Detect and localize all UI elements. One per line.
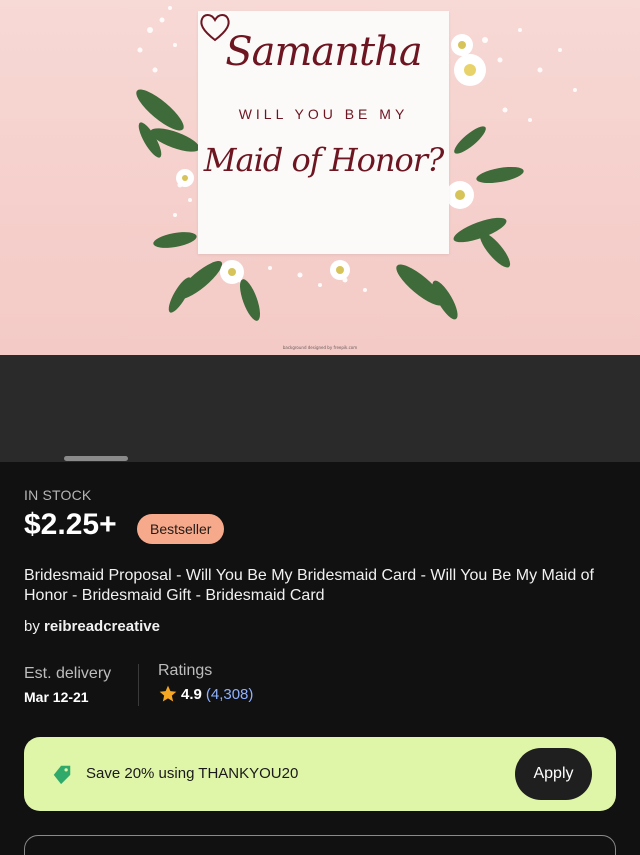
seller-name[interactable]: reibreadcreative: [44, 618, 160, 635]
image-backdrop: [0, 355, 640, 462]
star-icon: [159, 685, 177, 702]
rating-count[interactable]: (4,308): [206, 686, 254, 703]
variation-select[interactable]: [24, 835, 616, 855]
card-name: Samantha: [225, 29, 422, 75]
image-credit: background designed by freepik.com: [282, 345, 358, 350]
product-image[interactable]: Samantha WILL YOU BE MY Maid of Honor? b…: [0, 0, 640, 355]
ratings-summary[interactable]: 4.9 (4,308): [158, 684, 253, 704]
ratings-label: Ratings: [158, 662, 213, 679]
bestseller-badge: Bestseller: [137, 514, 225, 544]
carousel-indicator[interactable]: [64, 456, 128, 461]
rating-value: 4.9: [181, 685, 202, 703]
card-line: WILL YOU BE MY: [238, 106, 409, 122]
seller-prefix: by: [24, 618, 40, 635]
seller-link[interactable]: by reibreadcreative: [24, 618, 160, 635]
divider: [138, 664, 139, 706]
stock-status: IN STOCK: [24, 487, 92, 503]
tag-icon: [53, 765, 71, 785]
apply-button[interactable]: Apply: [515, 748, 592, 800]
proposal-card: Samantha WILL YOU BE MY Maid of Honor?: [198, 11, 449, 254]
promo-text: Save 20% using THANKYOU20: [86, 765, 299, 782]
listing-title: Bridesmaid Proposal - Will You Be My Bri…: [24, 567, 594, 604]
card-role: Maid of Honor?: [203, 141, 445, 179]
promo-banner: Save 20% using THANKYOU20 Apply: [24, 737, 616, 811]
heart-icon: [200, 14, 230, 42]
delivery-label: Est. delivery: [24, 665, 112, 682]
price: $2.25+: [24, 508, 117, 541]
delivery-value: Mar 12-21: [24, 689, 89, 705]
